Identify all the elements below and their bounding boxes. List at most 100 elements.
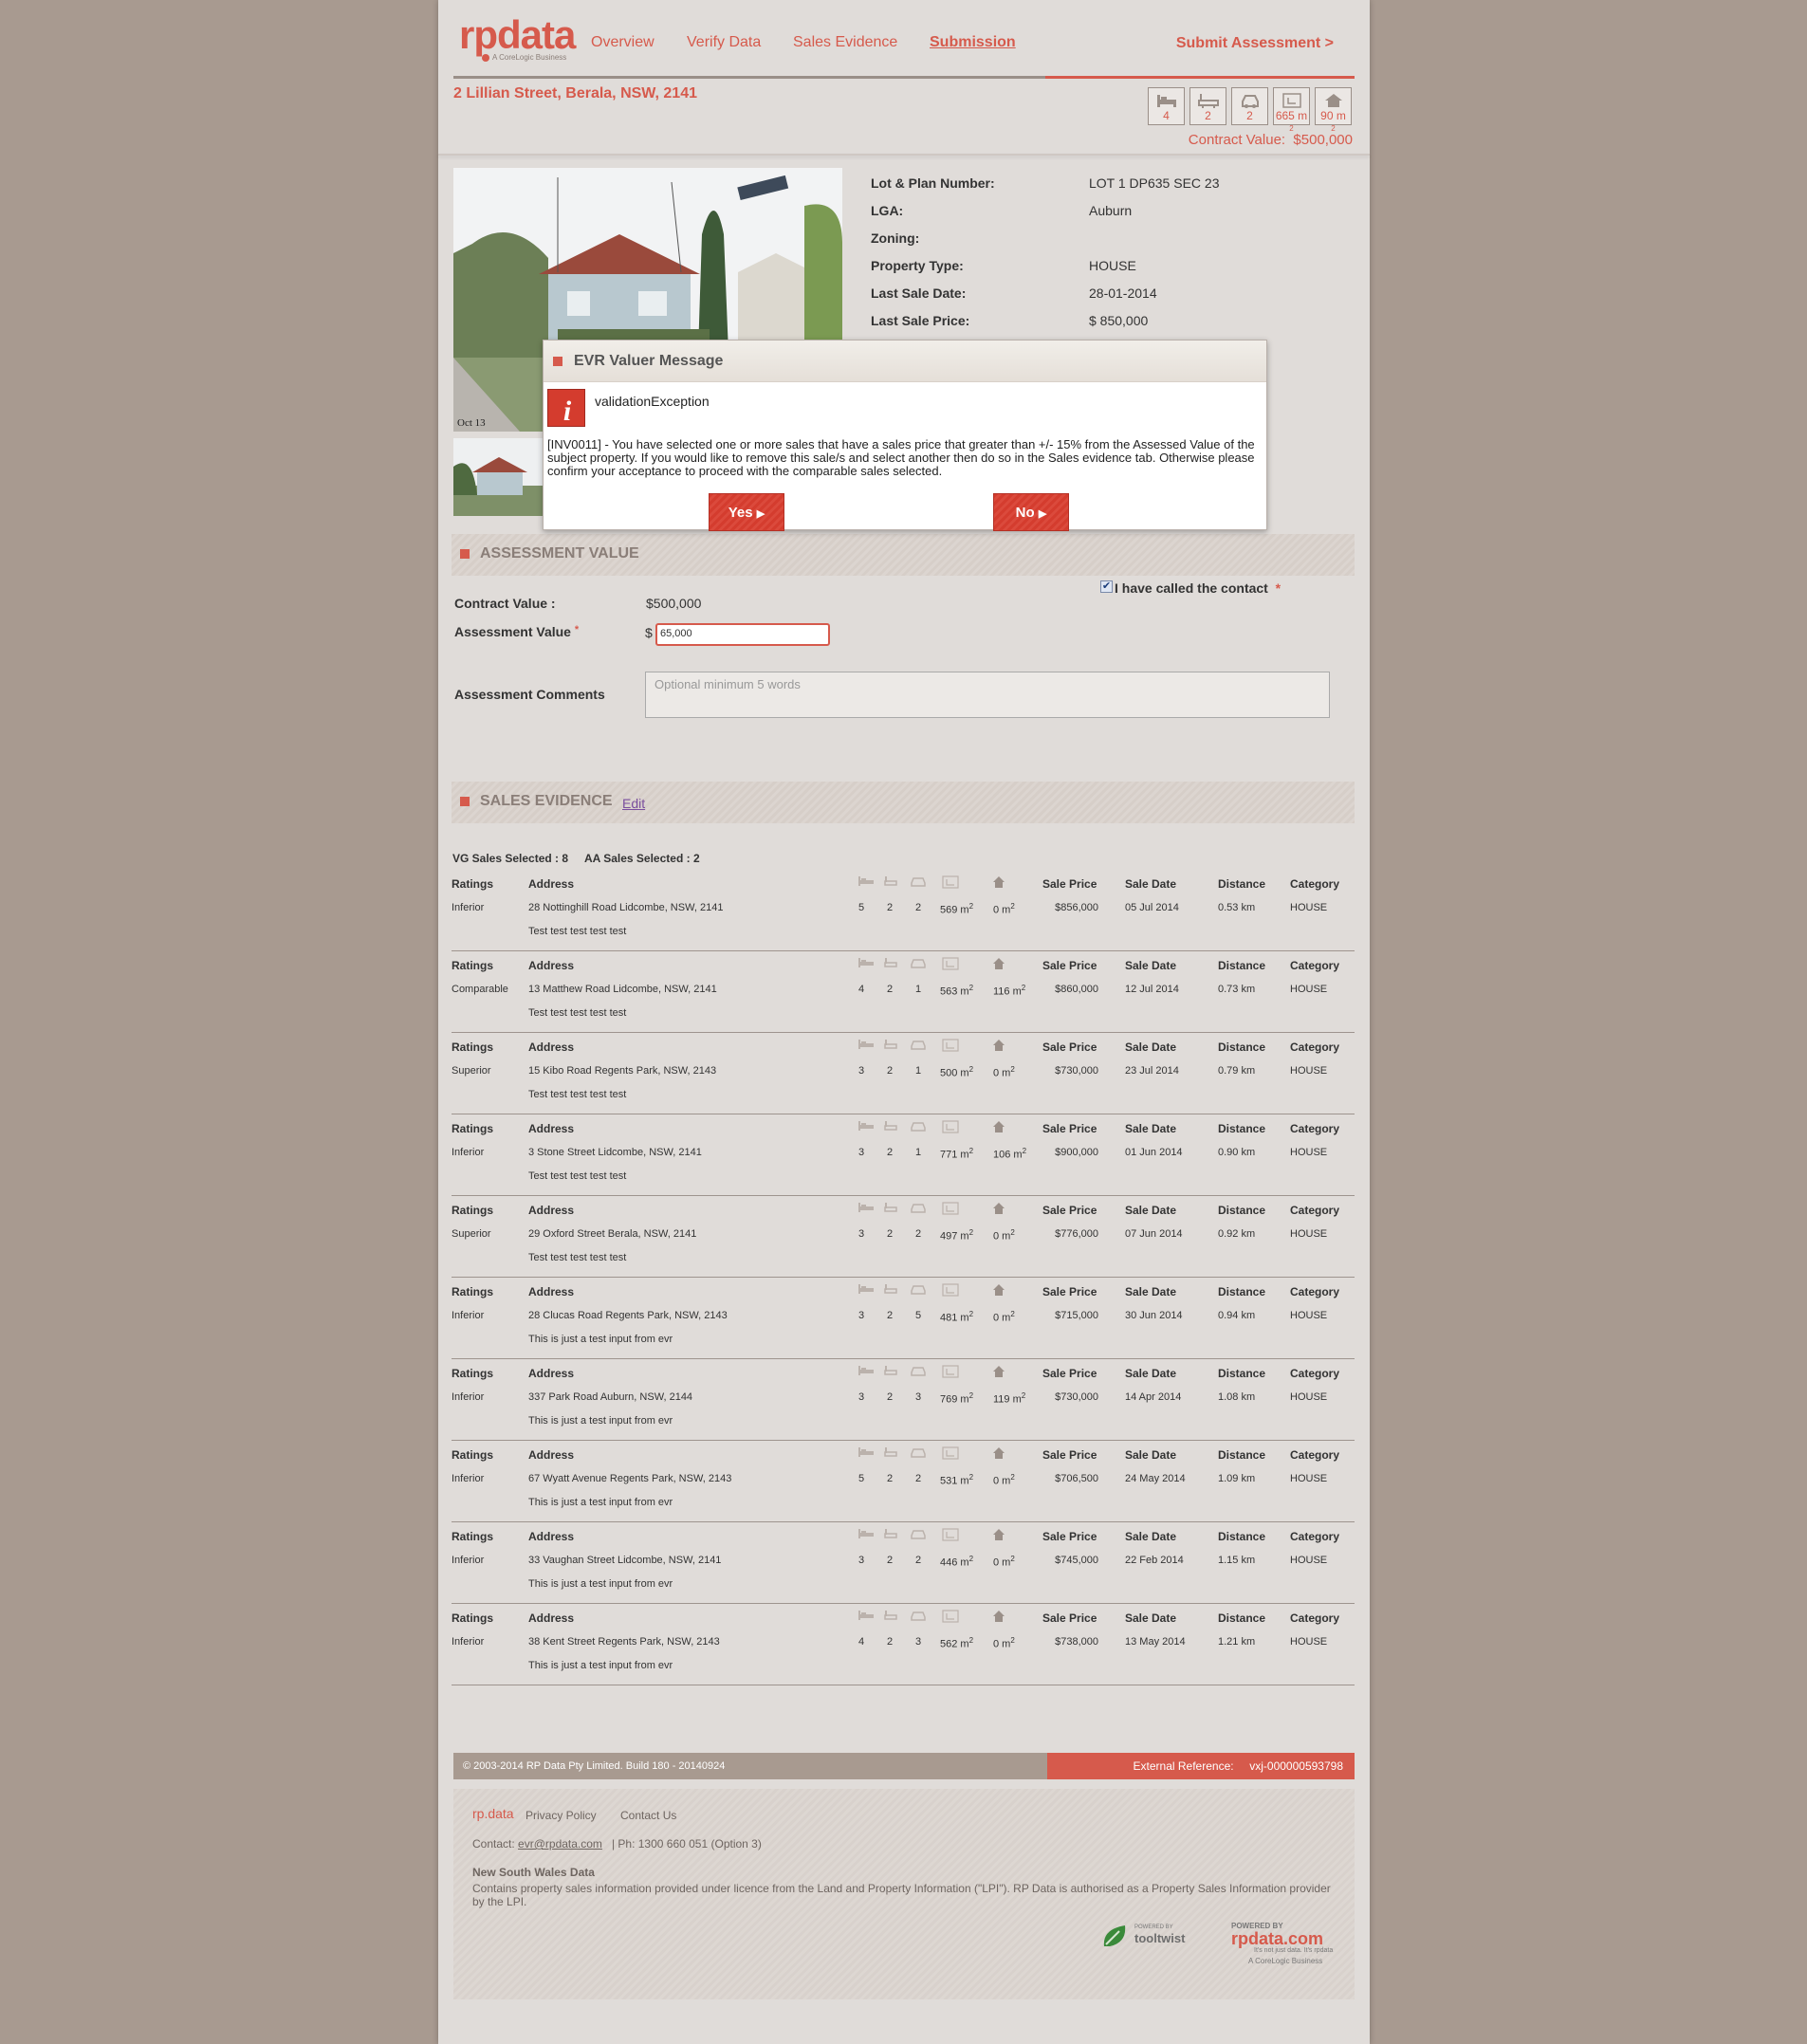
sale-baths: 2: [887, 902, 894, 913]
sale-land-area-unit-exp: 2: [968, 902, 974, 911]
distance-header: Distance: [1218, 1285, 1266, 1298]
sale-comment: This is just a test input from evr: [528, 1334, 673, 1345]
info-icon: i: [547, 389, 585, 427]
rating-value: Superior: [452, 1065, 491, 1077]
play-arrow-icon: ▶: [1038, 508, 1047, 520]
bath-icon: [883, 1202, 898, 1218]
sale-price: $730,000: [1055, 1065, 1098, 1077]
sale-price-header: Sale Price: [1042, 1448, 1097, 1462]
sale-cars: 1: [915, 1065, 922, 1077]
sales-evidence-row[interactable]: Ratings Address Sale Price Sale Date Distanc…: [452, 1278, 1355, 1359]
sale-price-header: Sale Price: [1042, 959, 1097, 972]
copyright-bar: © 2003-2014 RP Data Pty Limited. Build 1…: [453, 1753, 1049, 1779]
evr-valuer-message-dialog: EVR Valuer Message i validationException…: [543, 340, 1267, 531]
sale-comment: Test test test test test: [528, 1170, 627, 1182]
sale-date-header: Sale Date: [1125, 1204, 1177, 1217]
sale-land-area: 569 m2: [940, 902, 973, 916]
sale-floor-area-value: 0 m: [993, 1312, 1011, 1324]
contract-value-label-2: Contract Value :: [454, 596, 556, 611]
contact-email-link[interactable]: evr@rpdata.com: [518, 1837, 602, 1851]
sale-land-area-unit-exp: 2: [968, 1636, 974, 1645]
yes-button[interactable]: Yes ▶: [709, 493, 784, 531]
sales-evidence-row[interactable]: Ratings Address Sale Price Sale Date Distanc…: [452, 1196, 1355, 1278]
sale-cars: 1: [915, 1147, 922, 1158]
sales-evidence-row[interactable]: Ratings Address Sale Price Sale Date Distanc…: [452, 1522, 1355, 1604]
cars-feature: 2: [1231, 87, 1268, 125]
sales-evidence-row[interactable]: Ratings Address Sale Price Sale Date Distanc…: [452, 1359, 1355, 1441]
sales-evidence-row[interactable]: Ratings Address Sale Price Sale Date Distanc…: [452, 870, 1355, 951]
bed-icon: [857, 1528, 875, 1542]
sales-evidence-row[interactable]: Ratings Address Sale Price Sale Date Distanc…: [452, 1033, 1355, 1114]
sale-category: HOUSE: [1290, 902, 1328, 913]
sales-evidence-row[interactable]: Ratings Address Sale Price Sale Date Distanc…: [452, 1441, 1355, 1522]
sale-baths: 2: [887, 1147, 894, 1158]
sales-evidence-row[interactable]: Ratings Address Sale Price Sale Date Distanc…: [452, 951, 1355, 1033]
ratings-header: Ratings: [452, 959, 494, 972]
category-header: Category: [1290, 1448, 1340, 1462]
rating-value: Inferior: [452, 1391, 485, 1403]
photo-thumbnail[interactable]: [453, 438, 544, 516]
sale-date-header: Sale Date: [1125, 959, 1177, 972]
detail-value-last-sale-price: $ 850,000: [1089, 313, 1149, 328]
address-header: Address: [528, 1204, 575, 1217]
assessment-value-input[interactable]: 65,000: [655, 623, 830, 646]
bed-icon: [857, 1039, 875, 1053]
sale-land-area: 531 m2: [940, 1473, 973, 1487]
sale-baths: 2: [887, 1555, 894, 1566]
bed-icon: [857, 1365, 875, 1379]
sale-comment: Test test test test test: [528, 926, 627, 937]
called-contact-checkbox[interactable]: ✔: [1100, 580, 1113, 593]
sale-land-area-unit-exp: 2: [968, 1473, 974, 1482]
nav-submission[interactable]: Submission: [930, 34, 1016, 51]
corelogic-icon: [482, 53, 489, 62]
nav-sales-evidence[interactable]: Sales Evidence: [793, 34, 897, 51]
sale-price: $706,500: [1055, 1473, 1098, 1484]
sale-distance: 0.79 km: [1218, 1065, 1256, 1077]
assessment-value-title: ASSESSMENT VALUE: [480, 545, 639, 562]
contact-us-link[interactable]: Contact Us: [620, 1809, 676, 1822]
privacy-policy-link[interactable]: Privacy Policy: [526, 1809, 597, 1822]
sale-beds: 4: [858, 984, 865, 995]
car-icon: [909, 1039, 928, 1055]
no-button[interactable]: No ▶: [993, 493, 1069, 531]
dialog-marker-icon: [553, 357, 562, 366]
sale-price-header: Sale Price: [1042, 1204, 1097, 1217]
sale-floor-area: 0 m2: [993, 1555, 1015, 1569]
sale-distance: 0.94 km: [1218, 1310, 1256, 1321]
car-icon: [909, 1365, 928, 1381]
detail-label-property-type: Property Type:: [871, 258, 964, 273]
sale-date-header: Sale Date: [1125, 877, 1177, 891]
bath-icon: [883, 1039, 898, 1055]
nav-verify-data[interactable]: Verify Data: [687, 34, 761, 51]
car-icon: [909, 875, 928, 892]
sales-evidence-row[interactable]: Ratings Address Sale Price Sale Date Distanc…: [452, 1114, 1355, 1196]
sales-evidence-edit-link[interactable]: Edit: [622, 796, 645, 811]
rpdata-logo[interactable]: rpdata A CoreLogic Business: [459, 15, 576, 63]
play-arrow-icon: ▶: [756, 508, 765, 520]
sale-address: 28 Clucas Road Regents Park, NSW, 2143: [528, 1310, 728, 1321]
category-header: Category: [1290, 959, 1340, 972]
footer-logo[interactable]: rp.data: [472, 1806, 514, 1821]
sale-land-area-value: 446 m: [940, 1556, 969, 1569]
assessment-comments-input[interactable]: Optional minimum 5 words: [645, 672, 1330, 718]
sales-evidence-row[interactable]: Ratings Address Sale Price Sale Date Distanc…: [452, 1604, 1355, 1685]
distance-header: Distance: [1218, 1367, 1266, 1380]
sale-price: $738,000: [1055, 1636, 1098, 1648]
sale-date: 22 Feb 2014: [1125, 1555, 1184, 1566]
sale-address: 38 Kent Street Regents Park, NSW, 2143: [528, 1636, 720, 1648]
sale-price: $730,000: [1055, 1391, 1098, 1403]
sale-baths: 2: [887, 1065, 894, 1077]
baths-count: 2: [1205, 109, 1211, 122]
sale-distance: 0.73 km: [1218, 984, 1256, 995]
bed-icon: [1156, 95, 1176, 107]
contract-value-amount: $500,000: [1293, 132, 1353, 148]
rpdata-powered-logo[interactable]: POWERED BY rpdata.com It's not just data…: [1231, 1922, 1355, 1965]
land-area-icon: [941, 1202, 960, 1218]
bath-icon: [883, 1528, 898, 1544]
sale-land-area: 500 m2: [940, 1065, 973, 1079]
sale-distance: 1.15 km: [1218, 1555, 1256, 1566]
sale-price-header: Sale Price: [1042, 1122, 1097, 1135]
ratings-header: Ratings: [452, 1367, 494, 1380]
submit-assessment-button[interactable]: Submit Assessment >: [1176, 35, 1334, 52]
nav-overview[interactable]: Overview: [591, 34, 655, 51]
